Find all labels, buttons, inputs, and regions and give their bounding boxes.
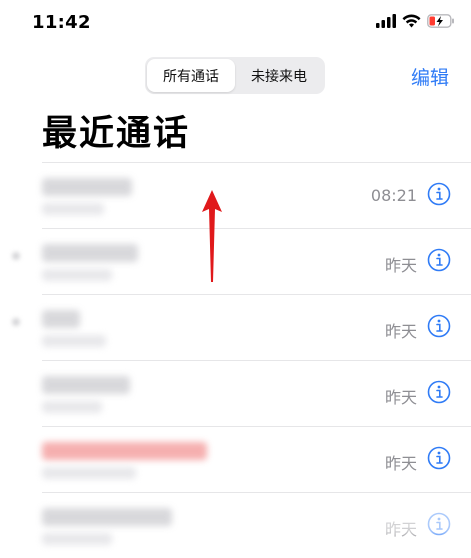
redacted-contact-name bbox=[42, 376, 130, 394]
watermark bbox=[341, 504, 461, 536]
redacted-call-detail bbox=[42, 401, 102, 413]
redacted-contact-name bbox=[42, 508, 172, 526]
tab-all-calls[interactable]: 所有通话 bbox=[147, 59, 235, 92]
call-time: 昨天 bbox=[384, 322, 417, 341]
redacted-call-detail bbox=[42, 203, 104, 215]
call-row[interactable]: 昨天 bbox=[0, 294, 471, 360]
tab-missed-calls[interactable]: 未接来电 bbox=[235, 59, 323, 92]
info-icon[interactable] bbox=[427, 248, 451, 272]
call-row[interactable]: 昨天 bbox=[0, 228, 471, 294]
redacted-call-type-icon bbox=[12, 252, 20, 260]
info-icon[interactable] bbox=[427, 446, 451, 470]
battery-charging-icon bbox=[427, 14, 454, 28]
status-icons bbox=[376, 14, 455, 28]
redacted-call-detail bbox=[42, 533, 112, 545]
recent-calls-list: 08:21 昨天 昨天 昨天 昨天 bbox=[0, 162, 471, 558]
call-time: 昨天 bbox=[384, 388, 417, 407]
info-icon[interactable] bbox=[427, 380, 451, 404]
redacted-contact-name bbox=[42, 310, 80, 328]
redacted-call-type-icon bbox=[12, 318, 20, 326]
wifi-icon bbox=[402, 14, 421, 28]
edit-button[interactable]: 编辑 bbox=[411, 63, 449, 90]
status-time: 11:42 bbox=[32, 12, 91, 33]
redacted-contact-name bbox=[42, 244, 138, 262]
page-title: 最近通话 bbox=[42, 114, 191, 154]
call-row[interactable]: 昨天 bbox=[0, 426, 471, 492]
redacted-contact-name-missed bbox=[42, 442, 207, 460]
redacted-contact-name bbox=[42, 178, 132, 196]
redacted-call-detail bbox=[42, 269, 112, 281]
call-time: 08:21 bbox=[370, 186, 417, 205]
swipe-up-arrow-icon bbox=[202, 190, 222, 282]
status-bar: 11:42 bbox=[0, 0, 471, 48]
call-time: 昨天 bbox=[384, 256, 417, 275]
call-time: 昨天 bbox=[384, 454, 417, 473]
cellular-signal-icon bbox=[376, 14, 396, 28]
call-filter-segmented-control[interactable]: 所有通话 未接来电 bbox=[145, 57, 325, 94]
info-icon[interactable] bbox=[427, 314, 451, 338]
redacted-call-detail bbox=[42, 467, 136, 479]
call-row[interactable]: 昨天 bbox=[0, 360, 471, 426]
call-row[interactable]: 08:21 bbox=[0, 162, 471, 228]
redacted-call-detail bbox=[42, 335, 106, 347]
info-icon[interactable] bbox=[427, 182, 451, 206]
